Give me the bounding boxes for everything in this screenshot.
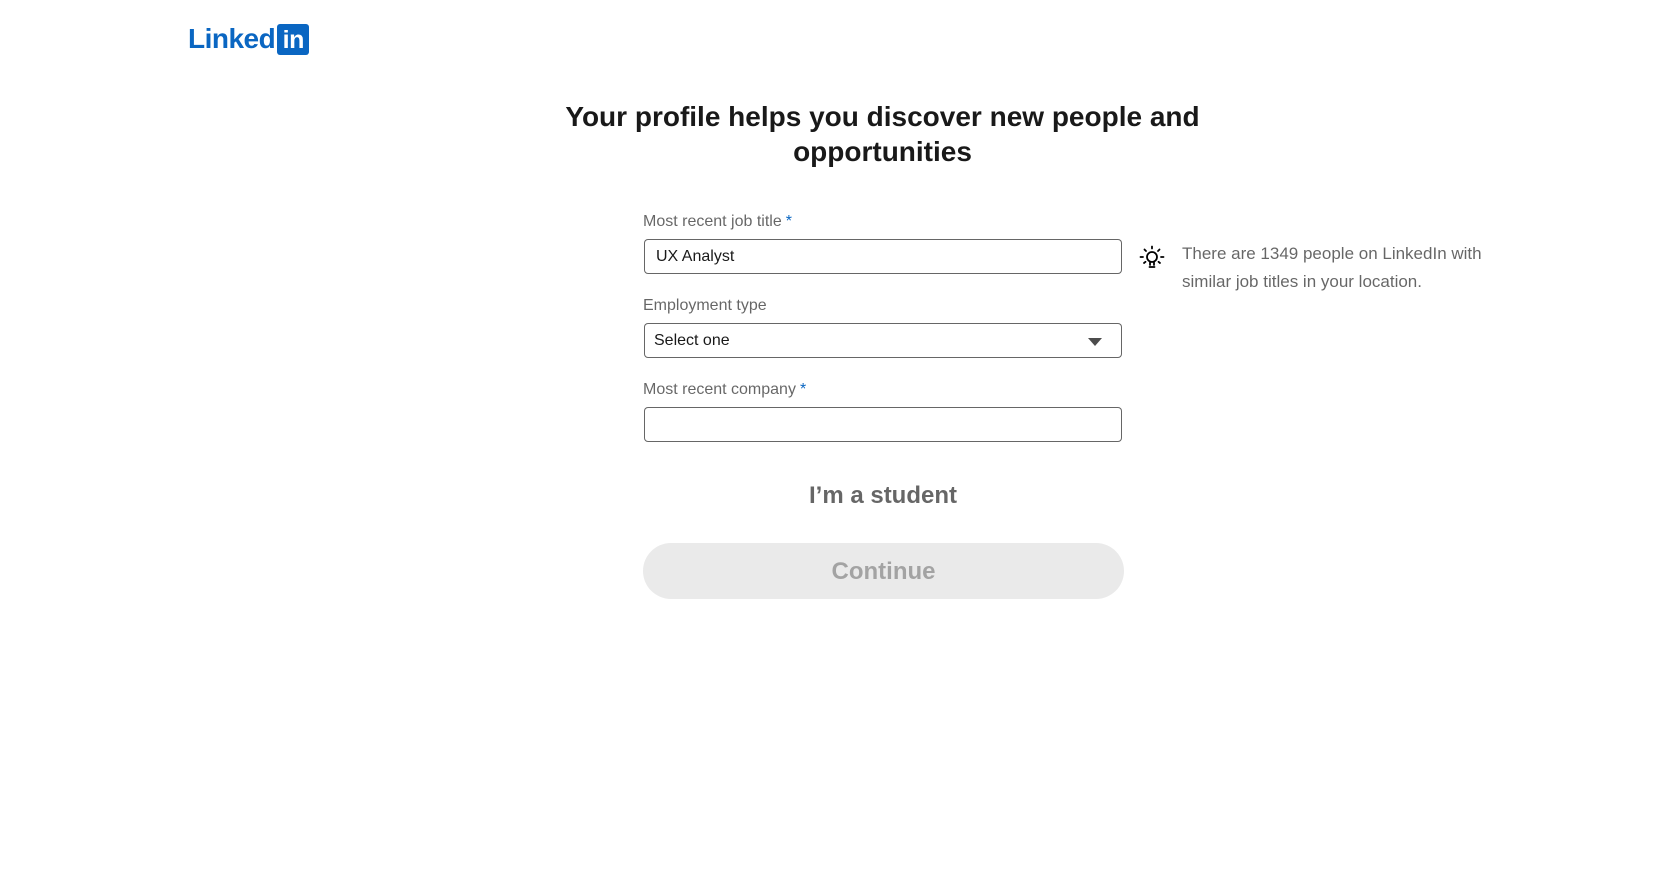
company-label: Most recent company * [643,380,1123,400]
hint-text: There are 1349 people on LinkedIn with s… [1182,244,1482,291]
required-mark: * [799,381,807,398]
chevron-down-icon [1088,338,1102,346]
job-title-hint: There are 1349 people on LinkedIn with s… [1138,240,1492,296]
linkedin-logo[interactable]: Linked in [188,23,310,55]
page: Linked in Your profile helps you discove… [0,0,1680,892]
company-label-text: Most recent company [643,381,796,398]
page-title: Your profile helps you discover new peop… [565,101,1200,167]
company-input[interactable] [644,407,1122,442]
required-mark: * [785,213,792,230]
logo-in-box: in [277,23,310,55]
employment-type-label: Employment type [643,297,767,314]
employment-type-selected: Select one [654,332,730,349]
employment-type-group: Employment type Select one [643,296,1123,358]
employment-type-select[interactable]: Select one [644,323,1122,358]
job-title-input[interactable]: UX Analyst [644,239,1122,274]
profile-form: Most recent job title * UX Analyst Employ… [643,212,1123,464]
job-title-label-text: Most recent job title [643,213,782,230]
job-title-group: Most recent job title * UX Analyst [643,212,1123,274]
continue-button[interactable]: Continue [643,543,1124,599]
company-group: Most recent company * [643,380,1123,442]
lightbulb-icon [1139,245,1165,268]
job-title-label: Most recent job title * [643,212,1123,232]
im-a-student-link[interactable]: I’m a student [643,481,1123,511]
logo-wordmark: Linked [188,23,276,54]
